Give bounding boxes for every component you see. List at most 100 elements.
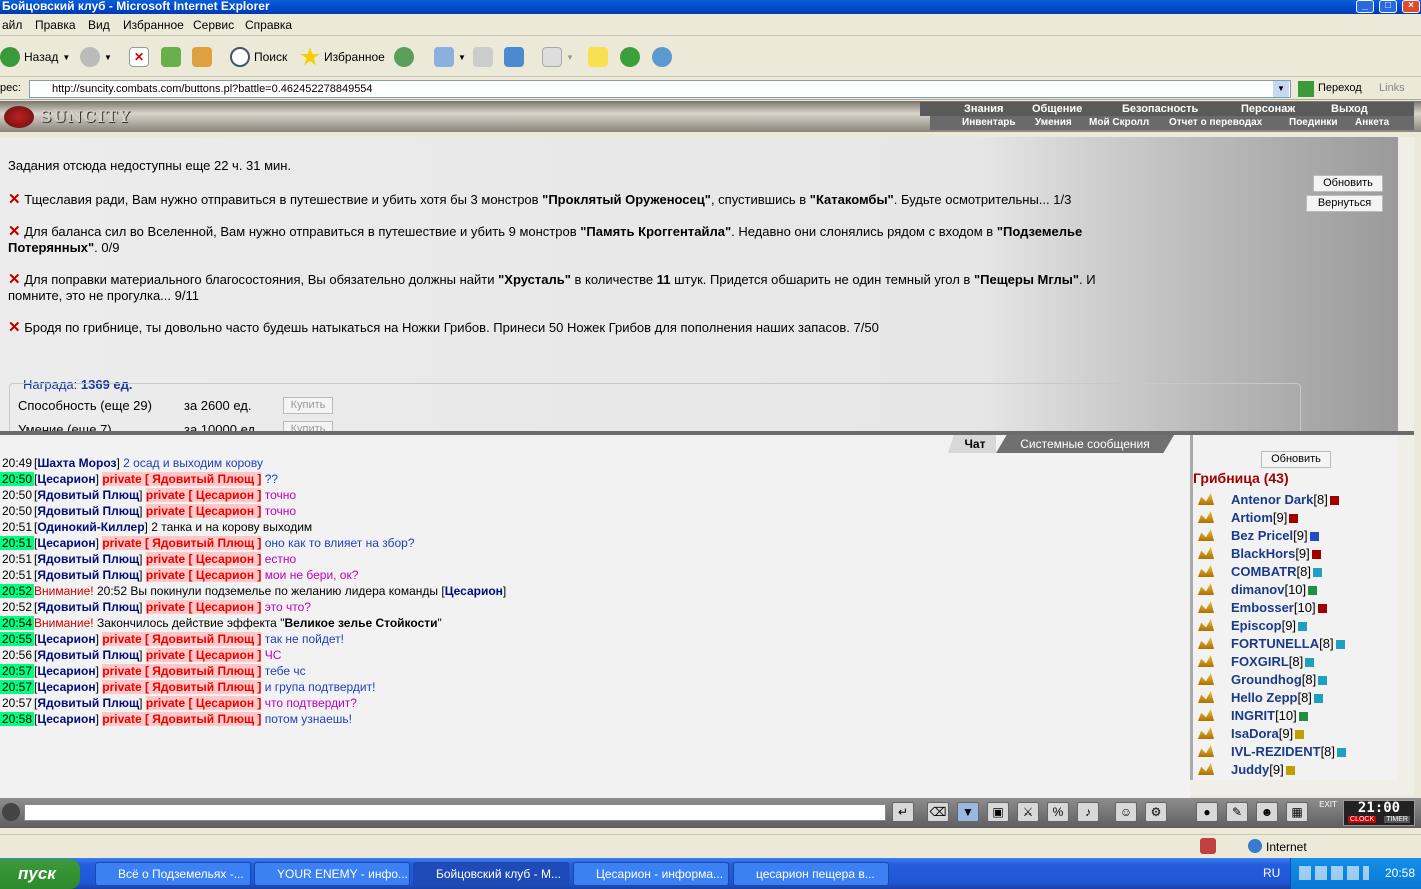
online-user-name[interactable]: COMBATR [1231, 564, 1296, 579]
chat-mode-icon[interactable] [2, 803, 20, 821]
online-horizontal-scrollbar[interactable] [1190, 780, 1414, 796]
private-recipient[interactable]: private [ Ядовитый Плющ ] [102, 680, 262, 694]
nav-skills[interactable]: Умения [1035, 117, 1072, 129]
sound-icon[interactable]: ♪ [1077, 802, 1099, 822]
notes-button[interactable] [588, 45, 608, 69]
online-user-name[interactable]: FOXGIRL [1231, 654, 1289, 669]
online-user[interactable]: Episcop[9] [1231, 617, 1308, 634]
online-user[interactable]: IVL-REZIDENT[8] [1231, 743, 1347, 760]
menu-edit[interactable]: Правка [35, 18, 76, 32]
online-user-name[interactable]: Groundhog [1231, 672, 1302, 687]
online-user[interactable]: Juddу[9] [1231, 761, 1295, 778]
online-user-name[interactable]: Juddу [1231, 762, 1269, 777]
online-user[interactable]: COMBATR[8] [1231, 563, 1322, 580]
minimize-button[interactable]: _ [1356, 0, 1374, 13]
nav-exit[interactable]: Выход [1331, 103, 1368, 115]
online-user[interactable]: BlackHors[9] [1231, 545, 1321, 562]
chat-user-name[interactable]: Цесарион [37, 664, 95, 678]
info-icon[interactable] [1311, 550, 1321, 560]
links-button[interactable]: Links [1379, 82, 1405, 94]
stop-button[interactable]: ✕ [129, 45, 149, 69]
tab-system-messages[interactable]: Системные сообщения [996, 435, 1174, 453]
online-user[interactable]: Bez Pricel[9] [1231, 527, 1319, 544]
online-user[interactable]: dimanov[10] [1231, 581, 1318, 598]
private-recipient[interactable]: private [ Ядовитый Плющ ] [102, 664, 262, 678]
online-user-name[interactable]: IsaDora [1231, 726, 1279, 741]
online-user[interactable]: IsaDora[9] [1231, 725, 1305, 742]
edit-button[interactable]: ▼ [542, 45, 574, 69]
friends-icon[interactable]: ☻ [1256, 802, 1278, 822]
smiles-off-icon[interactable]: % [1047, 802, 1069, 822]
info-icon[interactable] [1312, 568, 1322, 578]
nav-communication[interactable]: Общение [1032, 103, 1082, 115]
private-recipient[interactable]: private [ Ядовитый Плющ ] [102, 632, 262, 646]
tray-icons[interactable] [1299, 866, 1369, 880]
cancel-quest-icon[interactable]: ✕ [8, 191, 21, 208]
chat-user-name[interactable]: Ядовитый Плющ [37, 568, 139, 582]
info-icon[interactable] [1313, 694, 1323, 704]
history-button[interactable] [394, 45, 414, 69]
chat-user-name[interactable]: Цесарион [37, 712, 95, 726]
print-button[interactable] [473, 45, 493, 69]
quest-scrollbar[interactable] [1398, 137, 1414, 431]
maximize-button[interactable]: □ [1379, 0, 1397, 13]
online-user[interactable]: Artiom[9] [1231, 509, 1299, 526]
messenger-button[interactable] [504, 45, 524, 69]
online-user-name[interactable]: IVL-REZIDENT [1231, 744, 1321, 759]
online-user[interactable]: Groundhog[8] [1231, 671, 1328, 688]
chat-input[interactable] [24, 804, 886, 821]
online-user[interactable]: Hello Zepp[8] [1231, 689, 1323, 706]
nav-battles[interactable]: Поединки [1289, 117, 1338, 129]
online-scrollbar[interactable] [1397, 435, 1414, 780]
save-icon[interactable]: ▣ [987, 802, 1009, 822]
online-user[interactable]: Antenor Dark[8] [1231, 491, 1339, 508]
contacts-button[interactable] [652, 45, 672, 69]
potion-icon[interactable]: ● [1196, 802, 1218, 822]
info-icon[interactable] [1298, 622, 1308, 632]
icq-button[interactable] [620, 45, 640, 69]
nav-transfer-report[interactable]: Отчет о переводах [1169, 117, 1262, 129]
favorites-button[interactable]: Избранное [300, 45, 385, 69]
online-user-name[interactable]: INGRIT [1231, 708, 1275, 723]
settings-icon[interactable]: ⚙ [1145, 802, 1167, 822]
taskbar-item[interactable]: Цесарион - информа... [573, 862, 729, 886]
info-icon[interactable] [1289, 514, 1299, 524]
menu-file[interactable]: айл [2, 18, 22, 32]
menu-favorites[interactable]: Избранное [123, 18, 184, 32]
private-recipient[interactable]: private [ Цесарион ] [145, 648, 262, 662]
chat-user-name[interactable]: Шахта Мороз [37, 456, 116, 470]
chat-user-name[interactable]: Ядовитый Плющ [37, 552, 139, 566]
nav-security[interactable]: Безопасность [1122, 103, 1198, 115]
cancel-quest-icon[interactable]: ✕ [8, 271, 21, 288]
go-button[interactable]: Переход [1318, 82, 1362, 94]
taskbar-item[interactable]: Всё о Подземельях -... [95, 862, 251, 886]
info-icon[interactable] [1337, 748, 1347, 758]
send-icon[interactable]: ↵ [892, 802, 914, 822]
info-icon[interactable] [1285, 766, 1295, 776]
chat-user-name[interactable]: Цесарион [37, 472, 95, 486]
online-user[interactable]: Embosser[10] [1231, 599, 1327, 616]
return-button[interactable]: Вернуться [1306, 195, 1383, 212]
go-arrow-icon[interactable] [1298, 81, 1314, 97]
info-icon[interactable] [1295, 730, 1305, 740]
info-icon[interactable] [1305, 658, 1315, 668]
nav-character[interactable]: Персонаж [1241, 103, 1295, 115]
nav-knowledge[interactable]: Знания [964, 103, 1003, 115]
chat-user-name[interactable]: Цесарион [37, 680, 95, 694]
info-icon[interactable] [1335, 640, 1345, 650]
start-button[interactable]: пуск [0, 859, 80, 889]
chat-user-name[interactable]: Ядовитый Плющ [37, 696, 139, 710]
private-recipient[interactable]: private [ Цесарион ] [145, 552, 262, 566]
online-user-name[interactable]: Bez Pricel [1231, 528, 1293, 543]
quest-icon[interactable]: ▦ [1286, 802, 1308, 822]
taskbar-item[interactable]: Бойцовский клуб - М... [413, 862, 569, 886]
private-recipient[interactable]: private [ Цесарион ] [145, 488, 262, 502]
chat-user-name[interactable]: Ядовитый Плющ [37, 600, 139, 614]
menu-view[interactable]: Вид [88, 18, 110, 32]
online-user-name[interactable]: dimanov [1231, 582, 1284, 597]
online-user-name[interactable]: Antenor Dark [1231, 492, 1313, 507]
menu-help[interactable]: Справка [245, 18, 292, 32]
private-recipient[interactable]: private [ Ядовитый Плющ ] [102, 712, 262, 726]
online-user[interactable]: FORTUNELLA[8] [1231, 635, 1345, 652]
scroll-icon[interactable]: ✎ [1226, 802, 1248, 822]
